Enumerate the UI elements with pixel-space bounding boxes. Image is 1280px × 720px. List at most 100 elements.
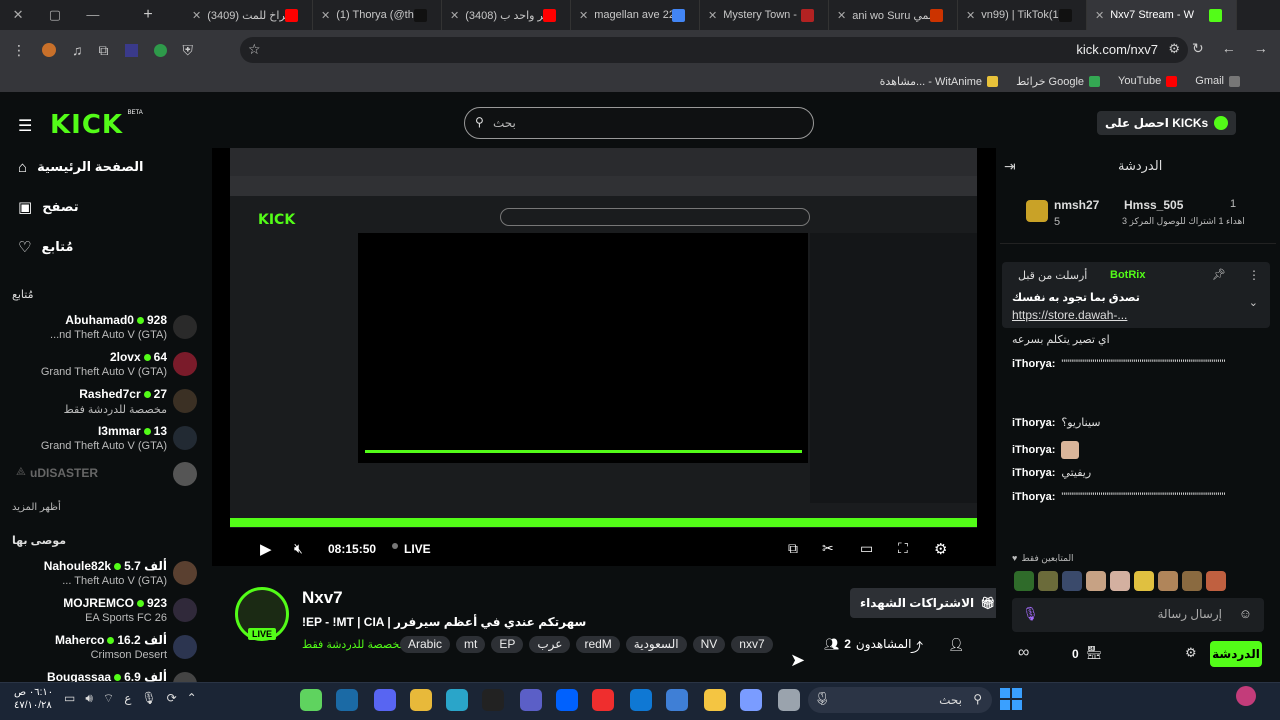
edge-icon[interactable] [446, 689, 468, 711]
stream-tag[interactable]: mt [456, 636, 486, 653]
chat-input[interactable]: 🎙︎ إرسال رسالة ☺ [1012, 598, 1264, 632]
chat-message[interactable]: اي تصير يتكلم بسرعه [1012, 333, 1262, 346]
menu-dots-icon[interactable]: ⋮ [12, 42, 26, 59]
emote-icon[interactable] [1110, 571, 1130, 591]
emote-icon[interactable] [1158, 571, 1178, 591]
microphone-icon[interactable]: 🎙︎ [1022, 606, 1039, 622]
collapse-chat-icon[interactable]: ⇥ [1004, 158, 1016, 175]
pip-icon[interactable]: ⧉ [788, 540, 798, 557]
browser-tab[interactable]: ✕ vn99) | TikTok(1) [958, 0, 1087, 30]
pinned-link[interactable]: https://store.dawah-... [1012, 308, 1127, 322]
sidebar-channel[interactable]: Abuhamad0 928 ...nd Theft Auto V (GTA) [0, 310, 205, 346]
chat-username[interactable]: iThorya: [1012, 467, 1055, 479]
url-text[interactable]: kick.com/nxv7 [1076, 42, 1158, 57]
sidebar-channel[interactable]: I3mmar 13 Grand Theft Auto V (GTA) [0, 421, 205, 457]
extension-icon[interactable] [124, 43, 138, 57]
extension-icon[interactable] [42, 43, 56, 57]
emoji-icon[interactable]: ☺ [1239, 606, 1252, 621]
theater-mode-icon[interactable]: ▭ [860, 540, 873, 557]
chat-username[interactable]: iThorya: [1012, 358, 1055, 370]
microphone-icon[interactable]: 🎙︎ [141, 691, 156, 706]
store-icon[interactable]: 🏪︎ [1086, 645, 1103, 661]
close-window-icon[interactable]: ✕ [13, 7, 24, 23]
close-tab-icon[interactable]: ✕ [450, 9, 459, 22]
pinned-message[interactable]: ⋮ 📌︎ BotRix أرسلت من قبل تصدق بما تجود ب… [1002, 262, 1270, 328]
chat-message[interactable]: iThorya: [1012, 441, 1262, 459]
steam-icon[interactable] [336, 689, 358, 711]
bookmark-item[interactable]: مشاهدة... - WitAnime [880, 75, 999, 88]
browser-tab[interactable]: ✕ Nxv7 Stream - W [1087, 0, 1237, 30]
sidebar-channel[interactable]: MOJREMCO 923 EA Sports FC 26 [0, 593, 205, 629]
file-explorer-icon[interactable] [704, 689, 726, 711]
obs-icon[interactable] [300, 689, 322, 711]
outlook-icon[interactable] [630, 689, 652, 711]
emote-icon[interactable] [1086, 571, 1106, 591]
battery-icon[interactable]: ▭ [64, 691, 75, 706]
browser-tab[interactable]: ✕ (3409) صراخ للمت [184, 0, 313, 30]
sidebar-nav-item[interactable]: ⌂ الصفحة الرئيسية [18, 156, 143, 178]
chevron-down-icon[interactable]: ⌄ [1249, 296, 1258, 309]
stream-tag[interactable]: Arabic [400, 636, 451, 653]
chat-message[interactable]: iThorya: """"""""""""""""""""""""""""""""… [1012, 358, 1262, 370]
language-indicator[interactable]: ع [124, 691, 131, 706]
channel-name[interactable]: Nxv7 [302, 588, 343, 608]
new-tab-button[interactable]: + [112, 6, 184, 24]
emote-icon[interactable] [1062, 571, 1082, 591]
browser-tab[interactable]: ✕ Mystery Town - [700, 0, 829, 30]
emote-icon[interactable] [1038, 571, 1058, 591]
store-icon[interactable] [666, 689, 688, 711]
anydesk-icon[interactable] [592, 689, 614, 711]
dropbox-icon[interactable] [556, 689, 578, 711]
pinned-user[interactable]: BotRix [1110, 269, 1145, 281]
window-app-icon[interactable] [778, 689, 800, 711]
leader-name[interactable]: Hmss_505 [1124, 198, 1183, 212]
close-tab-icon[interactable]: ✕ [708, 9, 717, 22]
get-kicks-button[interactable]: احصل على KICKs [1097, 111, 1237, 135]
site-settings-icon[interactable]: ⚙ [1168, 41, 1180, 57]
stream-tag[interactable]: عرب [529, 636, 571, 653]
close-tab-icon[interactable]: ✕ [1095, 9, 1104, 22]
bookmark-item[interactable]: Gmail [1195, 75, 1240, 87]
epic-games-icon[interactable] [482, 689, 504, 711]
follow-user-icon[interactable]: 👤︎ [948, 637, 965, 653]
volume-icon[interactable]: 🔊︎ [85, 691, 93, 706]
bookmark-item[interactable]: خرائط Google [1016, 75, 1101, 88]
chat-message[interactable]: iThorya: ريفيتي [1012, 466, 1262, 479]
video-player[interactable]: KICK ▶ 🔇︎ 08:15:50 LIVE ⧉ ✂ ▭ ⛶ ⚙ [212, 148, 997, 566]
shield-icon[interactable]: ⛨ [183, 42, 194, 59]
sidebar-channel[interactable]: Maherco 16.2 ألف Crimson Desert [0, 630, 205, 666]
browser-tab[interactable]: ✕ ani wo Suru انمي [829, 0, 958, 30]
close-tab-icon[interactable]: ✕ [837, 9, 846, 22]
clip-icon[interactable]: ✂ [822, 540, 834, 557]
address-bar[interactable]: ☆ kick.com/nxv7 ⚙ [240, 37, 1188, 63]
taskbar-search[interactable]: 🌷︎ بحث ⚲ [808, 687, 992, 713]
copilot-app-icon[interactable] [740, 689, 762, 711]
stream-tag[interactable]: السعودية [625, 636, 687, 653]
chrome-icon[interactable] [410, 689, 432, 711]
offline-channel[interactable]: ⟁ uDISASTER [0, 462, 205, 486]
sidebar-channel[interactable]: Nahoule82k 5.7 ألف ... Theft Auto V (GTA) [0, 556, 205, 592]
close-tab-icon[interactable]: ✕ [321, 9, 330, 22]
maximize-window-icon[interactable]: ▢ [49, 7, 61, 23]
show-more-link[interactable]: أظهر المزيد [12, 502, 61, 513]
emote-icon[interactable] [1182, 571, 1202, 591]
chat-settings-icon[interactable]: ⚙ [1185, 645, 1197, 661]
stream-tag[interactable]: EP [491, 636, 524, 653]
emote-icon[interactable] [1014, 571, 1034, 591]
extensions-puzzle-icon[interactable]: ⧉ [99, 42, 109, 59]
sidebar-channel[interactable]: Rashed7cr 27 مخصصة للدردشة فقط [0, 384, 205, 420]
sidebar-channel[interactable]: 2lovx 64 Grand Theft Auto V (GTA) [0, 347, 205, 383]
chat-username[interactable]: iThorya: [1012, 417, 1055, 429]
teams-icon[interactable] [520, 689, 542, 711]
media-control-icon[interactable]: ♫ [72, 42, 83, 58]
chat-username[interactable]: iThorya: [1012, 444, 1055, 456]
bookmark-item[interactable]: YouTube [1118, 75, 1178, 87]
stream-tag[interactable]: NV [692, 636, 726, 653]
bookmark-star-icon[interactable]: ☆ [248, 41, 261, 58]
subscribe-button[interactable]: الاشتراكات الشهداء 🎁︎ [850, 588, 1006, 618]
sidebar-nav-item[interactable]: ▣ تصفح [18, 196, 79, 218]
settings-gear-icon[interactable]: ⚙ [934, 540, 947, 558]
chevron-up-icon[interactable]: ⌃ [187, 691, 197, 706]
menu-dots-icon[interactable]: ⋮ [1248, 268, 1260, 282]
emote-icon[interactable] [1134, 571, 1154, 591]
